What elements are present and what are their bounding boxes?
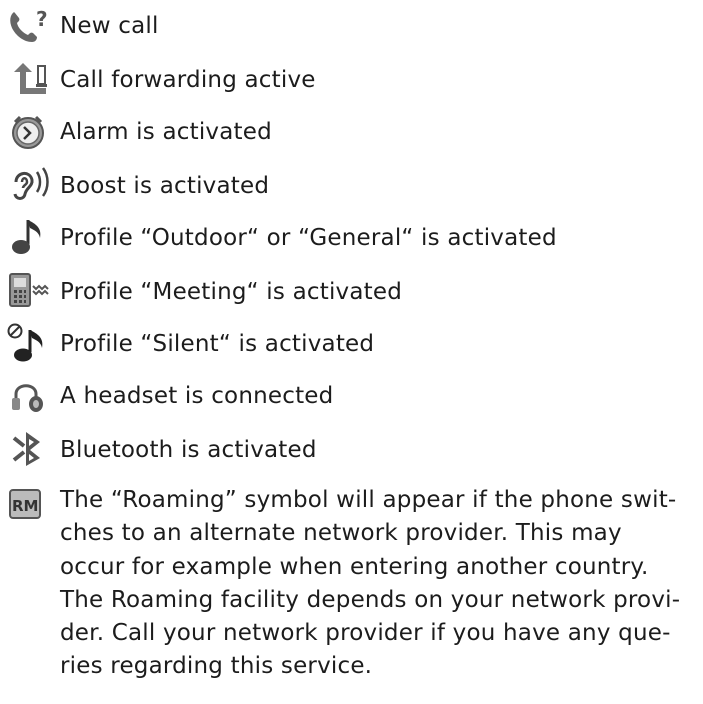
roaming-text-line: ries regarding this service. [60, 653, 373, 680]
music-note-icon [6, 216, 52, 256]
call-forwarding-icon [6, 60, 52, 100]
legend-label: Call forwarding active [60, 67, 316, 93]
silent-note-icon [6, 322, 52, 362]
legend-label: New call [60, 13, 159, 39]
legend-label: Profile “Meeting“ is activated [60, 279, 403, 305]
svg-text:?: ? [36, 7, 48, 31]
roaming-text-line: The Roaming facility depends on your net… [60, 586, 681, 613]
legend-label: Bluetooth is activated [60, 437, 317, 463]
legend-label: Boost is activated [60, 173, 270, 199]
legend-label: Profile “Outdoor“ or “General“ is activa… [60, 225, 557, 251]
alarm-clock-icon [6, 112, 52, 152]
headset-icon [6, 374, 52, 414]
boost-ear-icon [6, 164, 52, 204]
legend-label: Alarm is activated [60, 119, 272, 145]
roaming-description: The “Roaming” symbol will appear if the … [60, 484, 690, 684]
roaming-text-line: occur for example when entering another … [60, 553, 649, 580]
legend-label: Profile “Silent“ is activated [60, 331, 375, 357]
roaming-rm-icon: RM [6, 484, 52, 524]
new-call-icon: ? [6, 6, 52, 46]
svg-text:RM: RM [12, 497, 38, 515]
roaming-text-line: The “Roaming” symbol will appear if the … [60, 487, 677, 513]
roaming-text-line: ches to an alternate network provider. T… [60, 520, 622, 547]
meeting-phone-icon [6, 270, 52, 310]
roaming-text-line: der. Call your network provider if you h… [60, 620, 671, 647]
bluetooth-icon [6, 428, 52, 468]
legend-label: A headset is connected [60, 383, 334, 409]
